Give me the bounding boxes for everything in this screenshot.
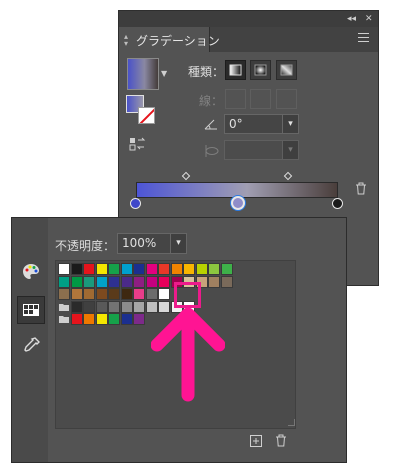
- linear-gradient-button[interactable]: [225, 60, 246, 80]
- fill-stroke-indicator[interactable]: [126, 95, 156, 125]
- color-swatch[interactable]: [120, 300, 133, 313]
- color-swatch[interactable]: [95, 288, 108, 300]
- color-swatch[interactable]: [208, 275, 220, 288]
- aspect-ratio-icon: [204, 144, 220, 161]
- swatch-group-folder-icon[interactable]: [58, 301, 70, 313]
- color-swatch[interactable]: [83, 288, 95, 300]
- color-swatch[interactable]: [108, 275, 120, 288]
- color-swatch[interactable]: [70, 288, 83, 300]
- color-swatch[interactable]: [195, 263, 208, 275]
- opacity-label: 不透明度：: [55, 239, 116, 253]
- color-swatch[interactable]: [95, 313, 108, 325]
- panel-menu-icon[interactable]: [358, 33, 369, 45]
- highlight-box: [174, 282, 201, 308]
- panel-title-bar[interactable]: ◂◂ ✕: [119, 11, 378, 27]
- color-swatch[interactable]: [170, 263, 183, 275]
- tab-gradient[interactable]: ▴ ▾ グラデーション: [119, 27, 220, 52]
- color-swatch[interactable]: [120, 288, 133, 300]
- close-icon[interactable]: ✕: [365, 13, 373, 25]
- color-swatch[interactable]: [95, 275, 108, 288]
- stroke-none-icon[interactable]: [138, 107, 155, 124]
- eyedropper-icon[interactable]: [20, 335, 42, 357]
- color-swatch[interactable]: [158, 275, 170, 288]
- color-swatch[interactable]: [58, 275, 70, 288]
- arrow-up-icon: [150, 307, 226, 406]
- color-swatch[interactable]: [220, 275, 233, 288]
- color-swatch[interactable]: [70, 313, 83, 325]
- color-swatch[interactable]: [133, 275, 145, 288]
- color-swatch[interactable]: [70, 300, 83, 313]
- color-swatch[interactable]: [108, 288, 120, 300]
- color-swatch[interactable]: [120, 275, 133, 288]
- angle-input[interactable]: 0°: [224, 114, 283, 134]
- color-swatch[interactable]: [220, 263, 233, 275]
- gradient-stop-start[interactable]: [130, 198, 141, 209]
- color-swatch[interactable]: [158, 263, 170, 275]
- gradient-preview-swatch[interactable]: [127, 58, 159, 90]
- radial-gradient-button[interactable]: [250, 60, 271, 80]
- opacity-input[interactable]: 100%: [117, 233, 171, 254]
- stroke-along-button[interactable]: [250, 89, 271, 109]
- color-swatch[interactable]: [108, 300, 120, 313]
- color-swatch[interactable]: [158, 288, 170, 300]
- color-swatch[interactable]: [70, 263, 83, 275]
- delete-swatch-icon[interactable]: [275, 434, 287, 450]
- swatches-grid-icon[interactable]: [20, 299, 42, 321]
- type-label: 種類：: [188, 65, 225, 79]
- color-swatch[interactable]: [83, 313, 95, 325]
- aspect-ratio-input[interactable]: [224, 140, 283, 160]
- new-swatch-group-icon[interactable]: [250, 435, 262, 450]
- reverse-gradient-icon[interactable]: [129, 137, 147, 154]
- gradient-midpoint-1[interactable]: [181, 171, 191, 181]
- resize-grip-icon[interactable]: [288, 419, 295, 426]
- color-swatch[interactable]: [95, 263, 108, 275]
- color-swatch[interactable]: [70, 275, 83, 288]
- color-swatch[interactable]: [183, 263, 195, 275]
- opacity-dropdown-button[interactable]: ▾: [170, 233, 187, 254]
- panel-tab-row: ▴ ▾ グラデーション: [119, 27, 378, 52]
- color-swatch[interactable]: [133, 300, 145, 313]
- stroke-within-button[interactable]: [225, 89, 246, 109]
- gradient-midpoint-2[interactable]: [283, 171, 293, 181]
- tab-expand-icon[interactable]: ▴ ▾: [124, 33, 128, 48]
- trash-icon[interactable]: [355, 182, 367, 198]
- color-swatch[interactable]: [208, 263, 220, 275]
- stroke-label: 線：: [199, 94, 224, 108]
- color-swatch[interactable]: [108, 313, 120, 325]
- color-swatch[interactable]: [120, 263, 133, 275]
- stroke-across-button[interactable]: [276, 89, 297, 109]
- color-swatch[interactable]: [133, 263, 145, 275]
- color-swatch[interactable]: [83, 275, 95, 288]
- color-swatch[interactable]: [133, 313, 145, 325]
- tab-title: グラデーション: [136, 34, 220, 48]
- color-swatch[interactable]: [58, 263, 70, 275]
- angle-icon: [204, 118, 218, 133]
- color-swatch[interactable]: [95, 300, 108, 313]
- color-swatch[interactable]: [58, 288, 70, 300]
- color-swatch[interactable]: [83, 263, 95, 275]
- swatch-group-folder-icon[interactable]: [58, 313, 70, 325]
- gradient-stop-mid-selected[interactable]: [231, 196, 245, 210]
- chevron-down-icon[interactable]: ▼: [161, 69, 167, 78]
- aspect-ratio-dropdown-button[interactable]: ▾: [282, 140, 299, 160]
- color-swatch[interactable]: [145, 275, 158, 288]
- color-swatch[interactable]: [120, 313, 133, 325]
- freeform-gradient-button[interactable]: [276, 60, 297, 80]
- color-swatch[interactable]: [145, 288, 158, 300]
- color-swatch[interactable]: [108, 263, 120, 275]
- collapse-icon[interactable]: ◂◂: [347, 13, 356, 25]
- color-palette-icon[interactable]: [20, 261, 42, 283]
- color-swatch[interactable]: [145, 263, 158, 275]
- angle-dropdown-button[interactable]: ▾: [282, 114, 299, 134]
- color-swatch[interactable]: [133, 288, 145, 300]
- gradient-stop-end[interactable]: [332, 198, 343, 209]
- color-swatch[interactable]: [83, 300, 95, 313]
